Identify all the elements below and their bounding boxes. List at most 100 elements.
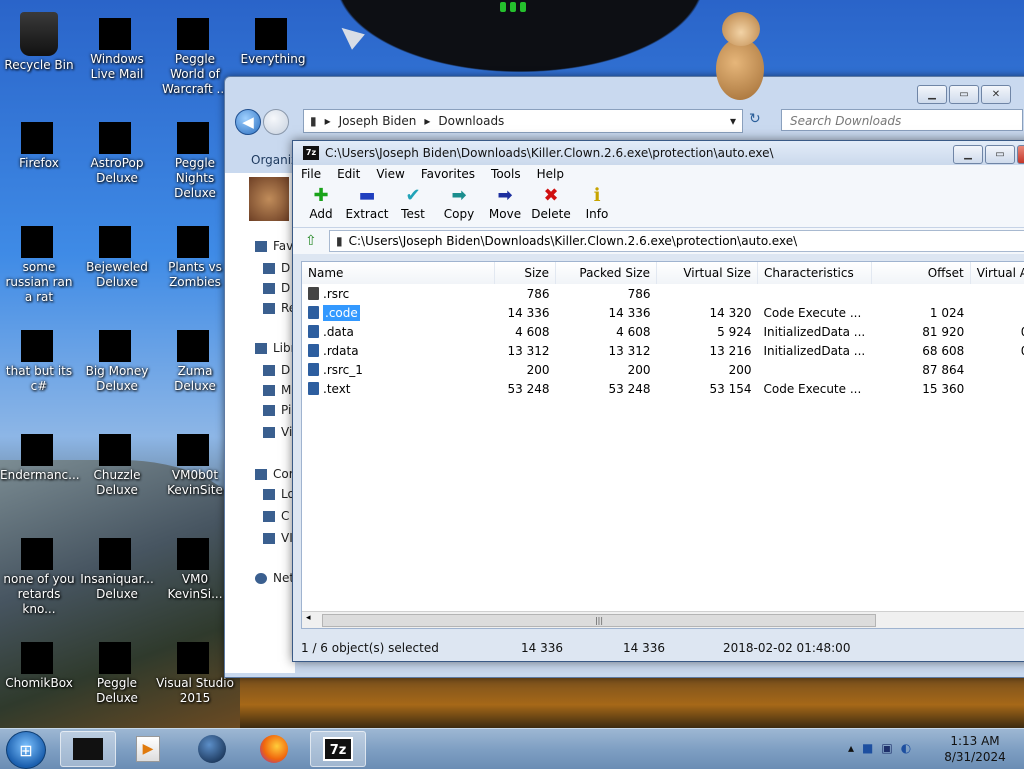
horizontal-scrollbar[interactable]: ◂ ||| <box>302 611 1024 628</box>
scroll-left-icon[interactable]: ◂ <box>306 613 311 623</box>
sidebar-item[interactable]: Fav <box>255 239 293 253</box>
clock[interactable]: 1:13 AM 8/31/2024 <box>940 733 1010 765</box>
scrollbar-thumb[interactable]: ||| <box>322 614 876 627</box>
desktop-icon-visual-studio[interactable]: Visual Studio 2015 <box>156 630 234 706</box>
sidebar-item[interactable]: Pi <box>263 403 291 417</box>
redacted-icon <box>99 226 131 258</box>
desktop-icon-none-of-you[interactable]: none of you retards kno... <box>0 526 78 617</box>
column-packed-size[interactable]: Packed Size <box>555 262 657 284</box>
table-row[interactable]: .data 4 608 4 608 5 924 InitializedData ...… <box>302 322 1024 341</box>
column-size[interactable]: Size <box>494 262 556 284</box>
explorer-sidebar: Fav D D Re Libr D M Pi Vi Cor Lo C VI Ne… <box>225 173 296 673</box>
move-button[interactable]: ➡ Move <box>487 185 523 227</box>
up-folder-icon[interactable]: ⇧ <box>305 233 317 249</box>
redacted-icon <box>21 434 53 466</box>
refresh-icon[interactable]: ↻ <box>749 111 761 127</box>
add-button[interactable]: ✚ Add <box>303 185 339 227</box>
delete-button[interactable]: ✖ Delete <box>531 185 570 227</box>
desktop-icon-firefox[interactable]: Firefox <box>0 110 78 171</box>
maximize-button[interactable]: ▭ <box>985 145 1015 164</box>
redacted-icon <box>177 18 209 50</box>
test-button[interactable]: ✔ Test <box>395 185 431 227</box>
check-icon: ✔ <box>405 185 421 206</box>
desktop-icon-russian-rat[interactable]: some russian ran a rat <box>0 214 78 305</box>
menu-help[interactable]: Help <box>529 165 572 185</box>
desktop-icon-insaniquarium[interactable]: Insaniquar... Deluxe <box>78 526 156 602</box>
column-offset[interactable]: Offset <box>871 262 971 284</box>
volume-icon[interactable]: ◐ <box>901 741 911 755</box>
desktop-icon-label: Peggle Nights Deluxe <box>174 156 216 200</box>
taskbar-explorer[interactable] <box>60 731 116 767</box>
sidebar-item[interactable]: Lo <box>263 487 295 501</box>
chevron-down-icon[interactable]: ▾ <box>730 114 736 128</box>
copy-button[interactable]: ➡ Copy <box>441 185 477 227</box>
sidebar-item[interactable]: Cor <box>255 467 294 481</box>
maximize-button[interactable]: ▭ <box>949 85 979 104</box>
desktop-icon-zuma[interactable]: Zuma Deluxe <box>156 318 234 394</box>
explorer-address-bar[interactable]: ▮ ▸ Joseph Biden ▸ Downloads ▾ <box>303 109 743 133</box>
desktop-icon-everything[interactable]: Everything <box>234 6 312 67</box>
minimize-button[interactable]: ▁ <box>917 85 947 104</box>
table-row[interactable]: .text 53 248 53 248 53 154 Code Execute ...… <box>302 379 1024 398</box>
sidebar-item[interactable]: D <box>263 281 290 295</box>
sidebar-item[interactable]: Libr <box>255 341 296 355</box>
7zip-window[interactable]: 7z C:\Users\Joseph Biden\Downloads\Kille… <box>292 140 1024 662</box>
menu-tools[interactable]: Tools <box>483 165 529 185</box>
info-button[interactable]: ℹ Info <box>579 185 615 227</box>
menu-view[interactable]: View <box>368 165 412 185</box>
search-input[interactable]: Search Downloads <box>781 109 1023 131</box>
close-button[interactable]: ✕ <box>981 85 1011 104</box>
7zip-title-bar[interactable]: 7z C:\Users\Joseph Biden\Downloads\Kille… <box>293 141 1024 165</box>
start-button[interactable]: ⊞ <box>6 731 46 769</box>
desktop-icon-astropop[interactable]: AstroPop Deluxe <box>78 110 156 186</box>
desktop-icon-pvz[interactable]: Plants vs Zombies <box>156 214 234 290</box>
desktop-icon-endermanch[interactable]: Endermanc... <box>0 422 80 483</box>
desktop-icon-peggle-nights[interactable]: Peggle Nights Deluxe <box>156 110 234 201</box>
extract-button[interactable]: ▬ Extract <box>346 185 389 227</box>
desktop-icon-windows-live-mail[interactable]: Windows Live Mail <box>78 6 156 82</box>
table-row[interactable]: .rdata 13 312 13 312 13 216 InitializedData… <box>302 341 1024 360</box>
desktop-icon-big-money[interactable]: Big Money Deluxe <box>78 318 156 394</box>
minimize-button[interactable]: ▁ <box>953 145 983 164</box>
sidebar-item[interactable]: VI <box>263 531 293 545</box>
network-icon[interactable]: ▣ <box>881 741 892 755</box>
table-row[interactable]: .rsrc 786 786 <box>302 284 1024 303</box>
taskbar-browser[interactable] <box>184 731 240 767</box>
desktop-icon-chomikbox[interactable]: ChomikBox <box>0 630 78 691</box>
column-virtual-size[interactable]: Virtual Size <box>656 262 758 284</box>
sidebar-item[interactable]: Net <box>255 571 294 585</box>
close-button[interactable]: ✕ <box>1017 145 1024 164</box>
menu-edit[interactable]: Edit <box>329 165 368 185</box>
sidebar-item[interactable]: C <box>263 509 289 523</box>
desktop-icon-peggle-wow[interactable]: Peggle World of Warcraft ... <box>156 6 234 97</box>
column-characteristics[interactable]: Characteristics <box>757 262 872 284</box>
menu-favorites[interactable]: Favorites <box>413 165 483 185</box>
desktop-icon-chuzzle[interactable]: Chuzzle Deluxe <box>78 422 156 498</box>
desktop-icon-bejeweled[interactable]: Bejeweled Deluxe <box>78 214 156 290</box>
desktop-icon-csharp[interactable]: that but its c# <box>0 318 78 394</box>
table-row[interactable]: .rsrc_1 200 200 200 87 864 <box>302 360 1024 379</box>
taskbar-firefox[interactable] <box>246 731 302 767</box>
forward-arrow-icon[interactable] <box>263 109 289 135</box>
taskbar-media-player[interactable]: ▶ <box>120 731 176 767</box>
taskbar-7zip[interactable]: 7z <box>310 731 366 767</box>
column-name[interactable]: Name <box>302 262 495 284</box>
sidebar-item[interactable]: M <box>263 383 291 397</box>
sidebar-item[interactable]: D <box>263 261 290 275</box>
breadcrumb-user[interactable]: Joseph Biden <box>339 114 417 128</box>
sidebar-item[interactable]: D <box>263 363 290 377</box>
back-arrow-icon[interactable]: ◀ <box>235 109 261 135</box>
desktop-icon-recycle-bin[interactable]: Recycle Bin <box>0 6 78 73</box>
file-list[interactable]: Name Size Packed Size Virtual Size Chara… <box>301 261 1024 629</box>
column-virtual-address[interactable]: Virtual Ac <box>970 262 1024 284</box>
desktop-icon-vm0b0t[interactable]: VM0b0t KevinSite <box>156 422 234 498</box>
sidebar-item[interactable]: Vi <box>263 425 292 439</box>
breadcrumb-downloads[interactable]: Downloads <box>438 114 504 128</box>
path-input[interactable]: ▮ C:\Users\Joseph Biden\Downloads\Killer.… <box>329 230 1024 252</box>
desktop-icon-vm0[interactable]: VM0 KevinSi... <box>156 526 234 602</box>
desktop-icon-peggle-deluxe[interactable]: Peggle Deluxe <box>78 630 156 706</box>
show-hidden-icons-icon[interactable]: ▴ <box>848 741 854 755</box>
table-row-selected[interactable]: .code 14 336 14 336 14 320 Code Execute ...… <box>302 303 1024 322</box>
menu-file[interactable]: File <box>293 165 329 185</box>
tray-app-icon[interactable]: ■ <box>862 741 873 755</box>
